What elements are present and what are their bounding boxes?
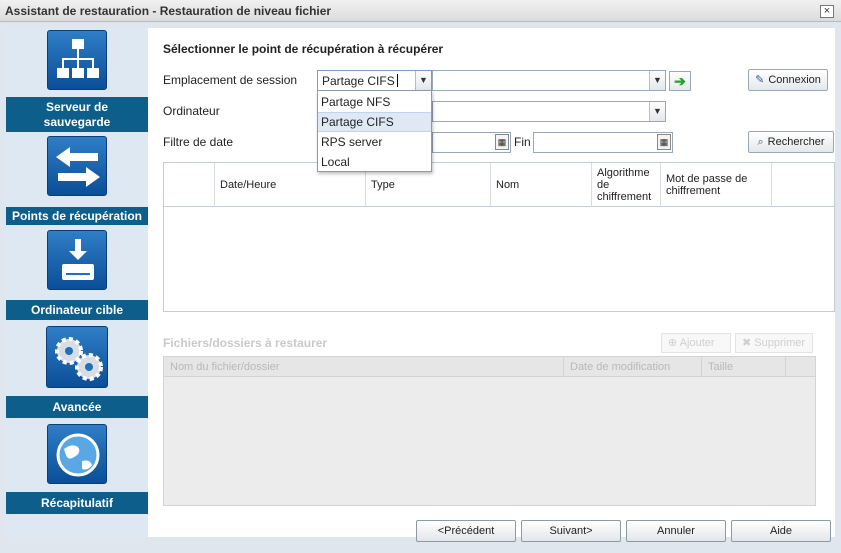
chevron-down-icon[interactable]: ▼ <box>415 71 431 90</box>
dropdown-option-cifs[interactable]: Partage CIFS <box>318 112 431 132</box>
swap-arrows-icon <box>47 136 107 196</box>
globe-icon <box>47 424 107 484</box>
grid-column-select[interactable] <box>164 163 215 207</box>
sidebar-item-label: Ordinateur cible <box>6 300 148 320</box>
cancel-button[interactable]: Annuler <box>626 520 726 542</box>
sidebar-item-advanced[interactable]: Avancée <box>6 326 148 418</box>
dropdown-option-nfs[interactable]: Partage NFS <box>318 92 431 112</box>
sidebar-item-label: Serveur de sauvegarde <box>6 97 148 132</box>
session-path-combo[interactable]: ▼ <box>432 70 666 91</box>
end-date-field[interactable]: ▦ <box>533 132 673 153</box>
search-button[interactable]: ⌕ Rechercher <box>748 131 834 153</box>
chevron-down-icon[interactable]: ▼ <box>649 102 665 121</box>
sidebar-item-target-computer[interactable]: Ordinateur cible <box>6 230 148 320</box>
files-grid-header: Nom du fichier/dossier Date de modificat… <box>164 357 815 377</box>
grid-column-encryption-password[interactable]: Mot de passe de chiffrement <box>661 163 772 207</box>
chevron-down-icon[interactable]: ▼ <box>649 71 665 90</box>
date-filter-label: Filtre de date <box>163 135 234 149</box>
pen-icon: ✎ <box>755 74 765 86</box>
main-panel: Sélectionner le point de récupération à … <box>148 28 835 542</box>
next-button[interactable]: Suivant> <box>521 520 621 542</box>
recovery-points-grid[interactable]: Date/Heure Type Nom Algorithme de chiffr… <box>163 162 835 312</box>
wizard-sidebar: Serveur de sauvegarde Points de récupéra… <box>6 28 148 537</box>
grid-header: Date/Heure Type Nom Algorithme de chiffr… <box>164 163 834 207</box>
sidebar-item-label: Avancée <box>6 396 148 418</box>
end-date-label: Fin <box>514 135 531 149</box>
files-column-name[interactable]: Nom du fichier/dossier <box>164 357 564 377</box>
go-arrow-button[interactable]: ➔ <box>669 71 691 91</box>
sidebar-item-label: Points de récupération <box>6 207 148 225</box>
computer-combo[interactable]: ▼ <box>432 101 666 122</box>
files-section-title: Fichiers/dossiers à restaurer <box>163 336 328 350</box>
calendar-icon[interactable]: ▦ <box>657 134 671 150</box>
calendar-icon[interactable]: ▦ <box>495 134 509 150</box>
files-column-size[interactable]: Taille <box>702 357 786 377</box>
close-button[interactable]: × <box>820 5 834 18</box>
grid-column-encryption-algorithm[interactable]: Algorithme de chiffrement <box>592 163 661 207</box>
grid-column-name[interactable]: Nom <box>491 163 592 207</box>
add-icon: ⊕ <box>668 337 680 349</box>
network-tree-icon <box>47 30 107 90</box>
connect-button[interactable]: ✎ Connexion <box>748 69 828 91</box>
computer-label: Ordinateur <box>163 104 220 118</box>
download-drive-icon <box>47 230 107 290</box>
sidebar-item-label: Récapitulatif <box>6 492 148 514</box>
session-location-label: Emplacement de session <box>163 73 298 87</box>
sidebar-item-backup-server[interactable]: Serveur de sauvegarde <box>6 28 148 132</box>
start-date-field[interactable]: ▦ <box>432 132 511 153</box>
dropdown-option-rps-server[interactable]: RPS server <box>318 132 431 152</box>
title-bar: Assistant de restauration - Restauration… <box>0 0 841 22</box>
delete-icon: ✖ <box>742 337 755 349</box>
previous-button[interactable]: <Précédent <box>416 520 516 542</box>
grid-column-filler <box>772 163 836 207</box>
session-location-combo[interactable]: Partage CIFS ▼ <box>317 70 432 91</box>
help-button[interactable]: Aide <box>731 520 831 542</box>
gears-icon <box>46 326 108 388</box>
arrow-right-icon: ➔ <box>674 73 686 89</box>
session-location-dropdown: Partage NFS Partage CIFS RPS server Loca… <box>317 90 432 172</box>
add-button[interactable]: ⊕ Ajouter <box>661 333 731 353</box>
sidebar-item-recovery-points[interactable]: Points de récupération <box>6 136 148 225</box>
window-title: Assistant de restauration - Restauration… <box>5 4 332 18</box>
sidebar-item-summary[interactable]: Récapitulatif <box>6 424 148 514</box>
dropdown-option-local[interactable]: Local <box>318 152 431 172</box>
section-title: Sélectionner le point de récupération à … <box>163 42 444 56</box>
remove-button[interactable]: ✖ Supprimer <box>735 333 813 353</box>
session-location-value: Partage CIFS <box>322 74 398 88</box>
binoculars-icon: ⌕ <box>757 136 764 148</box>
files-grid[interactable]: Nom du fichier/dossier Date de modificat… <box>163 356 816 506</box>
files-column-modified[interactable]: Date de modification <box>564 357 702 377</box>
